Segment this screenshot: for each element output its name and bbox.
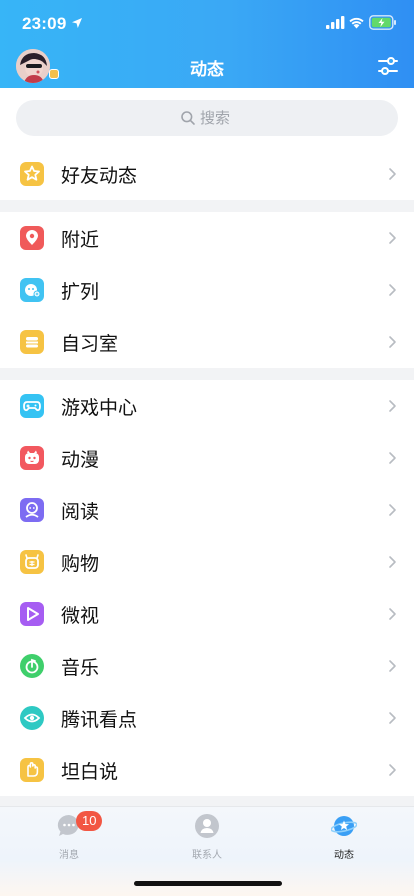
tab-feed[interactable]: 动态 xyxy=(299,813,389,861)
list-item-reading[interactable]: 阅读 xyxy=(0,484,414,536)
chevron-right-icon xyxy=(389,336,396,348)
settings-sliders-icon[interactable] xyxy=(377,55,399,77)
list-item-label: 微视 xyxy=(61,605,100,627)
location-arrow-icon xyxy=(72,18,82,28)
section-social: 附近 扩列 自习室 xyxy=(0,212,414,368)
list-item-study-room[interactable]: 自习室 xyxy=(0,316,414,368)
header-bar: 23:09 动态 xyxy=(0,0,414,88)
list-item-label: 阅读 xyxy=(61,501,100,523)
list-item-shopping[interactable]: 购物 xyxy=(0,536,414,588)
music-icon xyxy=(20,654,44,678)
list-item-label: 好友动态 xyxy=(61,165,138,187)
planet-star-icon xyxy=(331,816,357,836)
list-item-label: 腾讯看点 xyxy=(61,709,138,731)
study-room-icon xyxy=(20,330,44,354)
tab-messages[interactable]: 10 消息 xyxy=(24,811,114,861)
page-title: 动态 xyxy=(190,60,224,80)
chevron-right-icon xyxy=(389,452,396,464)
search-icon xyxy=(181,111,195,125)
list-item-label: 音乐 xyxy=(61,657,100,679)
list-item-nearby[interactable]: 附近 xyxy=(0,212,414,264)
list-item-label: 购物 xyxy=(61,553,100,575)
list-item-friends-feed[interactable]: 好友动态 xyxy=(0,148,414,200)
status-time: 23:09 xyxy=(22,14,67,33)
section-services: 游戏中心 动漫 阅读 购物 微视 音乐 腾讯看点 坦白说 xyxy=(0,380,414,796)
chevron-right-icon xyxy=(389,660,396,672)
list-item-tanbaishuo[interactable]: 坦白说 xyxy=(0,744,414,796)
chevron-right-icon xyxy=(389,556,396,568)
location-pin-icon xyxy=(20,226,44,250)
list-item-label: 附近 xyxy=(61,229,100,251)
unread-count-badge: 10 xyxy=(76,811,103,831)
chevron-right-icon xyxy=(389,712,396,724)
search-placeholder: 搜索 xyxy=(200,109,231,127)
list-item-label: 扩列 xyxy=(61,281,100,303)
shopping-icon xyxy=(20,550,44,574)
list-item-anime[interactable]: 动漫 xyxy=(0,432,414,484)
reading-icon xyxy=(20,498,44,522)
add-friend-icon xyxy=(20,278,44,302)
list-item-label: 游戏中心 xyxy=(61,397,138,419)
eye-icon xyxy=(20,706,44,730)
user-avatar[interactable] xyxy=(16,49,50,83)
list-item-music[interactable]: 音乐 xyxy=(0,640,414,692)
wifi-icon xyxy=(349,17,364,29)
chevron-right-icon xyxy=(389,764,396,776)
friends-star-icon xyxy=(20,162,44,186)
chevron-right-icon xyxy=(389,232,396,244)
hand-icon xyxy=(20,758,44,782)
tab-contacts[interactable]: 联系人 xyxy=(162,813,252,861)
search-bar-container: 搜索 xyxy=(0,88,414,148)
chevron-right-icon xyxy=(389,608,396,620)
status-bar: 23:09 xyxy=(0,0,414,46)
list-item-expand-friends[interactable]: 扩列 xyxy=(0,264,414,316)
chevron-right-icon xyxy=(389,284,396,296)
list-item-label: 动漫 xyxy=(61,449,100,471)
list-item-game-center[interactable]: 游戏中心 xyxy=(0,380,414,432)
list-item-weishi[interactable]: 微视 xyxy=(0,588,414,640)
tab-label: 联系人 xyxy=(192,850,222,861)
avatar-image xyxy=(16,49,50,83)
chevron-right-icon xyxy=(389,504,396,516)
chevron-right-icon xyxy=(389,168,396,180)
list-item-label: 坦白说 xyxy=(61,761,119,783)
cellular-signal-icon xyxy=(326,16,345,29)
battery-charging-icon xyxy=(369,15,396,30)
tab-label: 消息 xyxy=(59,850,79,861)
vip-badge-icon xyxy=(49,69,59,79)
home-indicator xyxy=(134,881,282,886)
contacts-person-icon xyxy=(195,814,219,838)
gamepad-icon xyxy=(20,394,44,418)
anime-icon xyxy=(20,446,44,470)
search-input[interactable]: 搜索 xyxy=(16,100,398,136)
list-item-label: 自习室 xyxy=(61,333,119,355)
section-friends: 好友动态 xyxy=(0,148,414,200)
chevron-right-icon xyxy=(389,400,396,412)
list-item-tencent-kandian[interactable]: 腾讯看点 xyxy=(0,692,414,744)
video-play-icon xyxy=(20,602,44,626)
tab-label: 动态 xyxy=(334,850,354,861)
